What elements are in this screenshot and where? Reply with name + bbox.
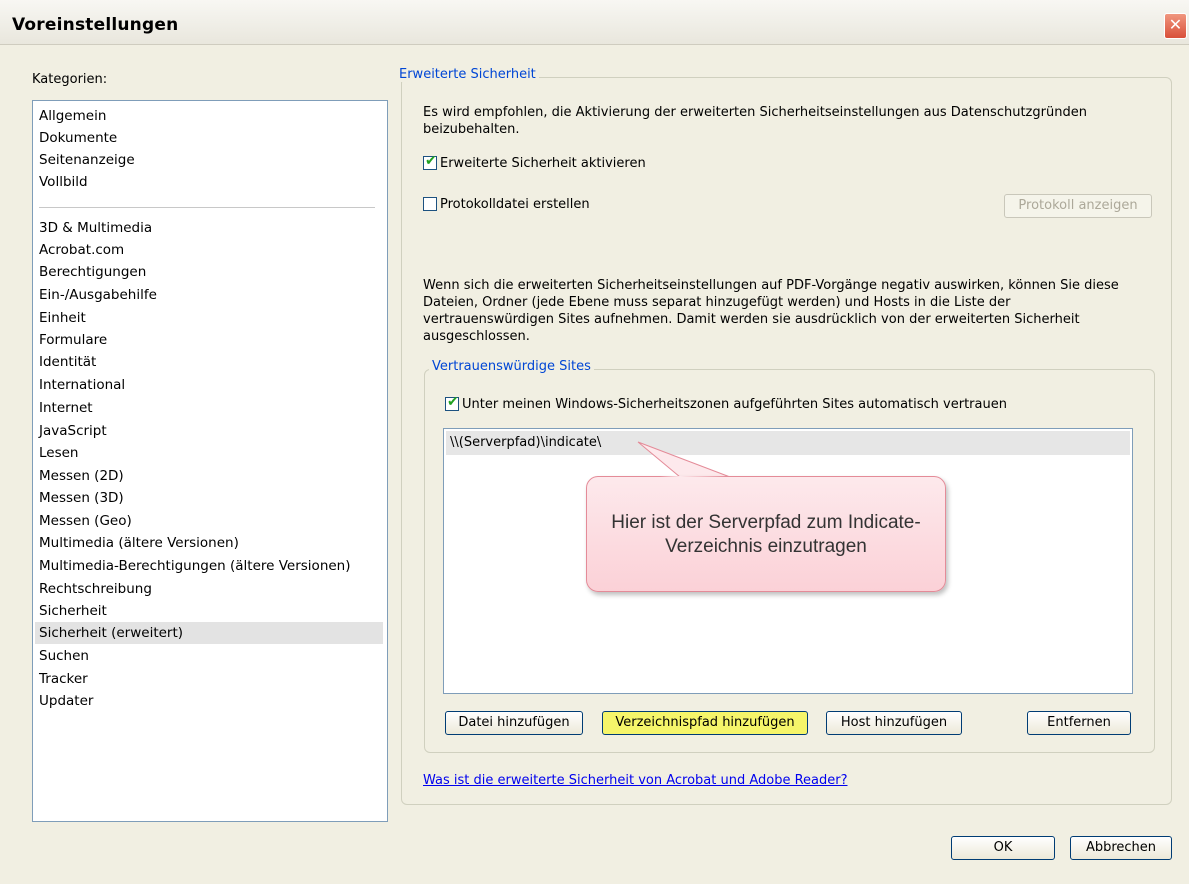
auto-trust-checkbox[interactable]: ✔ [445,394,459,411]
category-item-tracker[interactable]: Tracker [35,668,383,690]
enhanced-security-legend: Erweiterte Sicherheit [396,67,539,82]
checkmark-icon: ✔ [425,153,437,169]
category-item-multimedia-aeltere[interactable]: Multimedia (ältere Versionen) [35,532,383,554]
close-button[interactable]: ✕ [1164,13,1187,39]
category-list[interactable]: Allgemein Dokumente Seitenanzeige Vollbi… [32,100,388,822]
remove-button[interactable]: Entfernen [1027,711,1131,735]
category-item-sicherheit[interactable]: Sicherheit [35,600,383,622]
category-item-einheit[interactable]: Einheit [35,307,383,329]
close-icon: ✕ [1168,15,1183,34]
category-item-sicherheit-erweitert[interactable]: Sicherheit (erweitert) [35,622,383,644]
category-item-lesen[interactable]: Lesen [35,442,383,464]
category-item-multimedia-berechtigungen[interactable]: Multimedia-Berechtigungen (ältere Versio… [35,555,383,577]
category-item-dokumente[interactable]: Dokumente [35,127,383,149]
enable-enhanced-security-checkbox[interactable]: ✔ [423,153,437,170]
checkmark-icon: ✔ [447,394,459,410]
create-log-checkbox[interactable] [423,197,437,211]
title-bar: Voreinstellungen ✕ [0,0,1189,45]
create-log-label: Protokolldatei erstellen [440,197,590,212]
categories-label: Kategorien: [32,72,108,87]
category-item-messen-geo[interactable]: Messen (Geo) [35,510,383,532]
category-item-acrobat-com[interactable]: Acrobat.com [35,239,383,261]
category-item-rechtschreibung[interactable]: Rechtschreibung [35,578,383,600]
category-item-3d-multimedia[interactable]: 3D & Multimedia [35,217,383,239]
trusted-info-text: Wenn sich die erweiterten Sicherheitsein… [423,278,1119,344]
ok-button[interactable]: OK [951,836,1055,860]
auto-trust-label: Unter meinen Windows-Sicherheitszonen au… [462,397,1007,412]
trusted-sites-legend: Vertrauenswürdige Sites [429,359,594,374]
category-item-international[interactable]: International [35,374,383,396]
enable-enhanced-security-label: Erweiterte Sicherheit aktivieren [440,156,646,171]
category-item-ein-ausgabehilfe[interactable]: Ein-/Ausgabehilfe [35,284,383,306]
view-log-button[interactable]: Protokoll anzeigen [1004,194,1152,218]
add-folder-path-button[interactable]: Verzeichnispfad hinzufügen [602,711,808,735]
category-item-formulare[interactable]: Formulare [35,329,383,351]
category-item-seitenanzeige[interactable]: Seitenanzeige [35,149,383,171]
list-item[interactable]: \\(Serverpfad)\indicate\ [446,431,1130,455]
category-item-identitaet[interactable]: Identität [35,351,383,373]
category-divider [39,207,375,208]
category-item-messen-2d[interactable]: Messen (2D) [35,465,383,487]
help-link[interactable]: Was ist die erweiterte Sicherheit von Ac… [423,773,848,788]
category-item-berechtigungen[interactable]: Berechtigungen [35,261,383,283]
window-title: Voreinstellungen [12,15,179,35]
add-file-button[interactable]: Datei hinzufügen [445,711,583,735]
cancel-button[interactable]: Abbrechen [1070,836,1172,860]
category-item-updater[interactable]: Updater [35,690,383,712]
category-item-javascript[interactable]: JavaScript [35,420,383,442]
category-item-allgemein[interactable]: Allgemein [35,105,383,127]
category-item-messen-3d[interactable]: Messen (3D) [35,487,383,509]
callout-box: Hier ist der Serverpfad zum Indicate-Ver… [586,476,946,592]
preferences-dialog: Voreinstellungen ✕ Kategorien: Allgemein… [0,0,1189,884]
callout-text: Hier ist der Serverpfad zum Indicate-Ver… [611,512,921,557]
category-item-internet[interactable]: Internet [35,397,383,419]
callout-pointer-cover [660,476,728,477]
category-item-vollbild[interactable]: Vollbild [35,171,383,193]
category-item-suchen[interactable]: Suchen [35,645,383,667]
recommendation-text: Es wird empfohlen, die Aktivierung der e… [423,105,1087,137]
add-host-button[interactable]: Host hinzufügen [826,711,962,735]
